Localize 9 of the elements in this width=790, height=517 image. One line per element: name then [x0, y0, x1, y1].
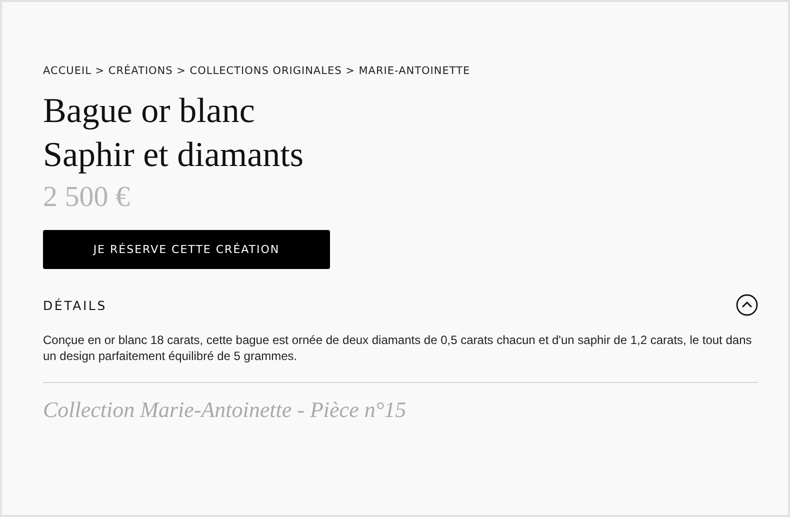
- details-heading: DÉTAILS: [43, 298, 107, 312]
- breadcrumb[interactable]: ACCUEIL > CRÉATIONS > COLLECTIONS ORIGINALES > MARIE-ANTOINETTE: [43, 65, 470, 77]
- price: 2 500 €: [43, 181, 130, 214]
- product-title: Bague or blanc: [43, 90, 255, 132]
- details-text: Conçue en or blanc 18 carats, cette bague est ornée de deux diamants de 0,5 carats chacun et d'un saphir de 1,2 carats, le tout dans un design parfaitement équilibré de 5 grammes.: [43, 332, 753, 364]
- product-title: Saphir et diamants: [43, 134, 304, 176]
- reserve-button[interactable]: JE RÉSERVE CETTE CRÉATION: [43, 230, 330, 269]
- collapse-icon[interactable]: [736, 294, 758, 316]
- collection-note: Collection Marie-Antoinette - Pièce n°15: [43, 397, 406, 423]
